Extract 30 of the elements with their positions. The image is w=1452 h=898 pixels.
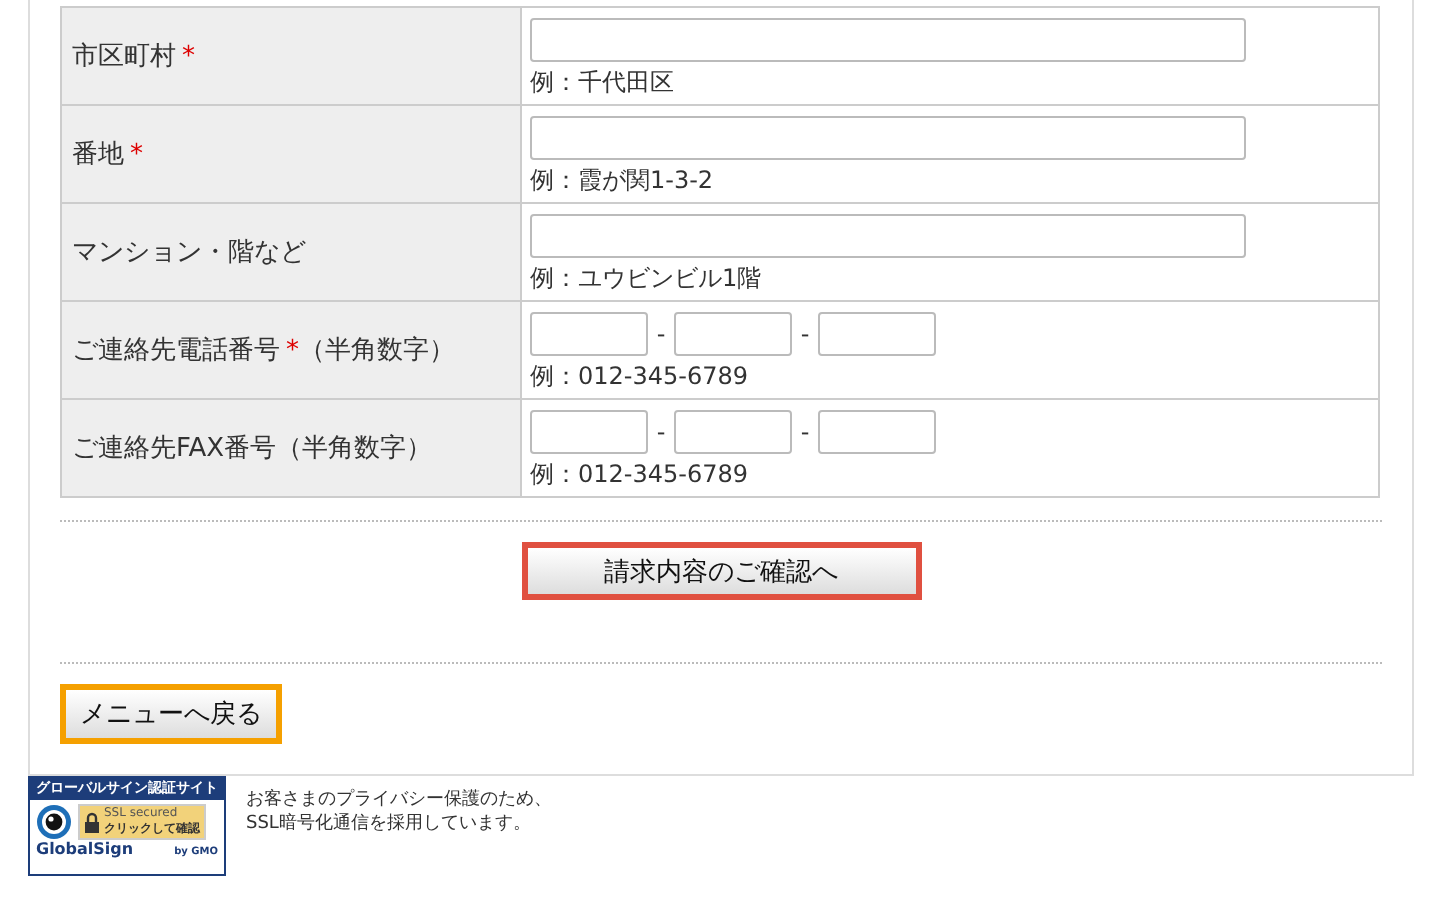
- separator-text: -: [654, 320, 668, 348]
- example-text: 例：霞が関1-3-2: [530, 164, 716, 198]
- privacy-note: お客さまのプライバシー保護のため、: [246, 788, 552, 812]
- lock-icon: [84, 811, 100, 833]
- input-field[interactable]: [530, 18, 1246, 62]
- input-field[interactable]: [530, 116, 1246, 160]
- brand-text: GlobalSign: [36, 840, 134, 858]
- example-text: 例：012-345-6789: [530, 458, 751, 492]
- input-field[interactable]: [818, 410, 936, 454]
- separator-text: -: [798, 320, 812, 348]
- confirm-button[interactable]: 請求内容のご確認へ: [521, 542, 921, 600]
- input-field[interactable]: [530, 214, 1246, 258]
- example-text: 例：ユウビンビル1階: [530, 262, 764, 296]
- field-label: ご連絡先FAX番号（半角数字）: [61, 399, 521, 497]
- back-button[interactable]: メニューへ戻る: [60, 684, 282, 744]
- input-field[interactable]: [674, 312, 792, 356]
- separator-text: -: [798, 418, 812, 446]
- field-label: マンション・階など: [61, 203, 521, 301]
- field-label: 市区町村 *: [61, 7, 521, 105]
- field-label: ご連絡先電話番号 *（半角数字）: [61, 301, 521, 399]
- example-text: 例：012-345-6789: [530, 360, 751, 394]
- input-field[interactable]: [530, 410, 648, 454]
- example-text: 例：千代田区: [530, 66, 676, 100]
- eye-icon: [36, 804, 72, 840]
- field-label: 番地 *: [61, 105, 521, 203]
- input-field[interactable]: [818, 312, 936, 356]
- input-field[interactable]: [530, 312, 648, 356]
- privacy-note: SSL暗号化通信を採用しています。: [246, 812, 533, 836]
- input-field[interactable]: [674, 410, 792, 454]
- separator-text: -: [654, 418, 668, 446]
